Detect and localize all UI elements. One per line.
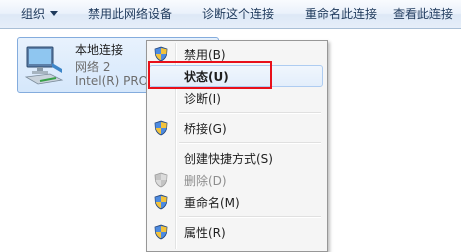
organize-label: 组织 [21,7,46,21]
menu-separator [179,142,321,144]
menu-item-rename[interactable]: 重命名(M) [149,191,323,213]
menu-item-delete: 删除(D) [149,169,323,191]
shield-icon [154,46,168,62]
menu-item-diagnose[interactable]: 诊断(I) [149,87,323,109]
menu-label-bridge: 桥接(G) [184,122,227,136]
menu-label-delete: 删除(D) [184,174,227,188]
menu-label-diagnose: 诊断(I) [184,92,221,106]
menu-item-properties[interactable]: 属性(R) [149,221,323,243]
menu-item-create-shortcut[interactable]: 创建快捷方式(S) [149,147,323,169]
shield-icon [154,224,168,240]
connection-name: 本地连接 [75,43,124,57]
status-highlight-box [148,61,272,89]
shield-icon [154,172,168,188]
connection-adapter: Intel(R) PRO [75,74,149,88]
diagnose-connection-button[interactable]: 诊断这个连接 [202,0,274,28]
menu-label-rename: 重命名(M) [184,196,240,210]
rename-connection-button[interactable]: 重命名此连接 [305,0,377,28]
dropdown-arrow-icon [50,11,59,16]
menu-separator [179,216,321,218]
menu-item-bridge[interactable]: 桥接(G) [149,117,323,139]
menu-label-create-shortcut: 创建快捷方式(S) [184,152,273,166]
watermark: www.pc [396,6,443,20]
disable-device-button[interactable]: 禁用此网络设备 [88,0,172,28]
organize-menu[interactable]: 组织 [21,0,59,28]
command-bar: 组织 禁用此网络设备 诊断这个连接 重命名此连接 查看此连接 [0,0,461,29]
connection-network: 网络 2 [75,60,111,74]
menu-label-properties: 属性(R) [184,226,226,240]
menu-separator [179,112,321,114]
shield-icon [154,120,168,136]
network-adapter-icon [24,46,64,85]
shield-icon [154,194,168,210]
